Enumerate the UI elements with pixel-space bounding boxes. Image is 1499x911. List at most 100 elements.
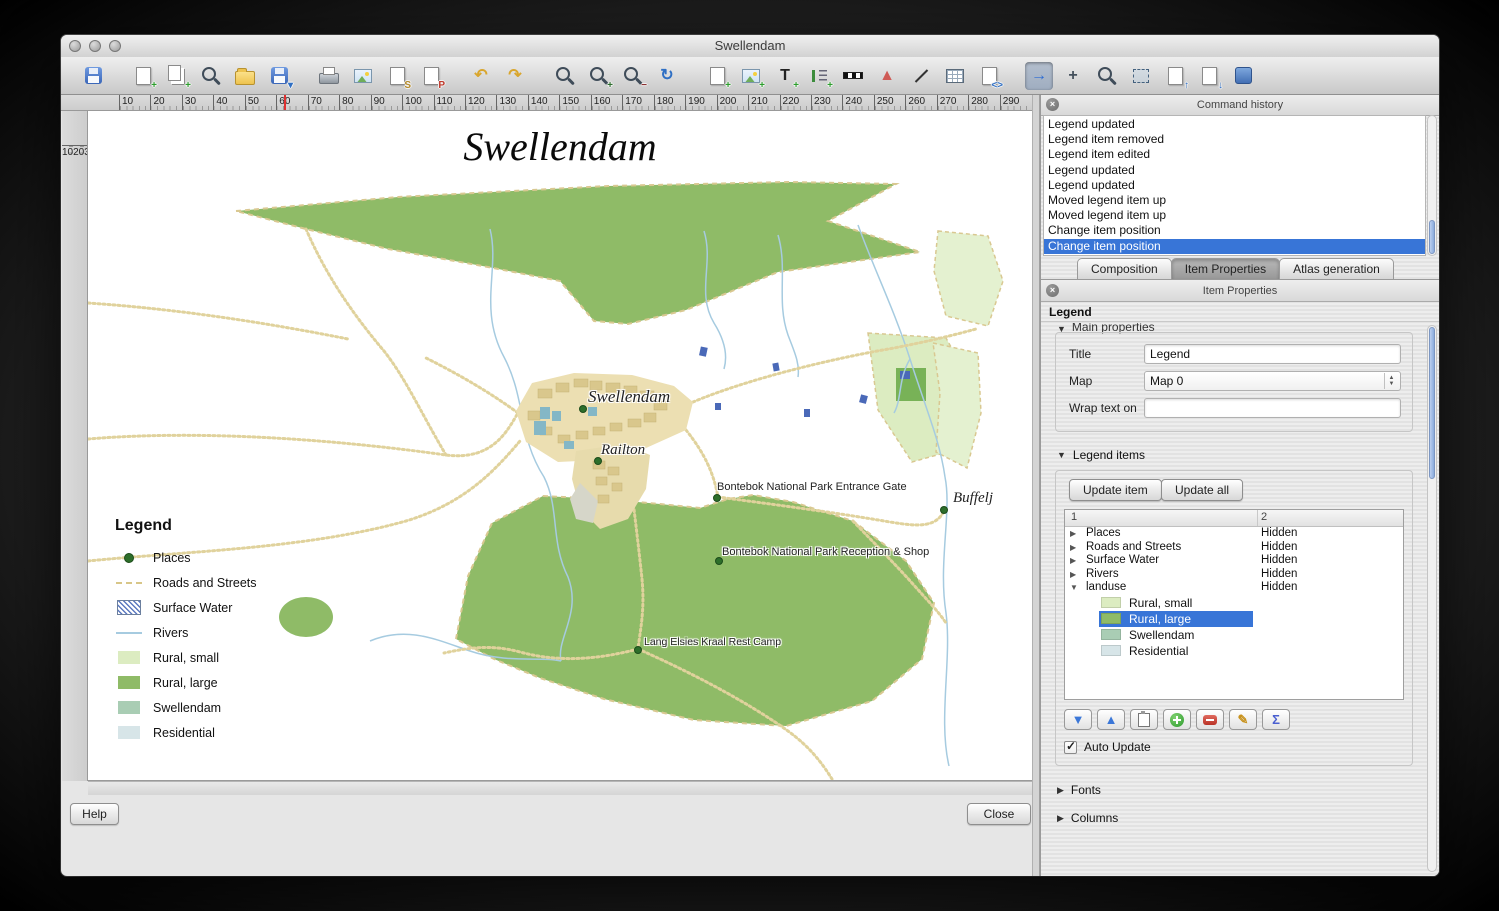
composition-canvas[interactable]: Swellendam Swellendam Railton Bontebok N… — [88, 111, 1032, 781]
zoom-full-icon[interactable] — [551, 62, 579, 90]
ruler-tick-label: 240 — [842, 95, 873, 110]
tab-composition[interactable]: Composition — [1077, 258, 1172, 279]
add-html-icon[interactable]: <> — [975, 62, 1003, 90]
history-item[interactable]: Legend updated — [1044, 178, 1425, 193]
disclosure-triangle-icon[interactable] — [1070, 554, 1080, 568]
export-svg-icon[interactable]: S — [383, 62, 411, 90]
legend-title-input[interactable] — [1144, 344, 1401, 364]
horizontal-scrollbar[interactable] — [88, 781, 1032, 795]
add-legend-icon[interactable]: + — [805, 62, 833, 90]
disclosure-triangle-icon[interactable] — [1070, 568, 1080, 582]
history-item[interactable]: Moved legend item up — [1044, 193, 1425, 208]
ruler-tick-label: 90 — [371, 95, 402, 110]
disclosure-triangle-icon[interactable] — [1070, 581, 1080, 595]
history-item[interactable]: Legend updated — [1044, 117, 1425, 132]
scrollbar-thumb[interactable] — [1429, 327, 1435, 479]
stepper-icon[interactable]: ▲▼ — [1384, 373, 1398, 389]
vertical-scrollbar[interactable] — [1032, 95, 1040, 876]
help-button[interactable]: Help — [70, 803, 119, 825]
add-image-icon[interactable]: + — [737, 62, 765, 90]
legend-tree-child[interactable]: Rural, small — [1099, 595, 1253, 611]
history-item[interactable]: Change item position — [1044, 239, 1425, 254]
refresh-icon[interactable]: ↻ — [653, 62, 681, 90]
move-item-up-button[interactable]: ▲ — [1097, 709, 1125, 730]
print-icon[interactable] — [315, 62, 343, 90]
add-arrow-icon[interactable] — [907, 62, 935, 90]
update-item-button[interactable]: Update item — [1069, 479, 1162, 501]
move-item-down-button[interactable]: ▼ — [1064, 709, 1092, 730]
lower-items-icon[interactable]: ↓ — [1195, 62, 1223, 90]
auto-update-checkbox[interactable] — [1064, 741, 1077, 754]
add-table-icon[interactable] — [941, 62, 969, 90]
redo-icon[interactable]: ↷ — [501, 62, 529, 90]
duplicate-composition-icon[interactable]: + — [163, 62, 191, 90]
tab-atlas-generation[interactable]: Atlas generation — [1279, 258, 1394, 279]
paste-legend-item-button[interactable] — [1130, 709, 1158, 730]
scrollbar-thumb[interactable] — [1429, 220, 1435, 254]
disclosure-triangle-icon[interactable] — [1070, 541, 1080, 555]
rural-large-swatch — [118, 676, 140, 689]
zoom-out-icon[interactable]: − — [619, 62, 647, 90]
legend-tree-child[interactable]: Rural, large — [1099, 611, 1253, 627]
auto-update-row: Auto Update — [1064, 740, 1151, 754]
history-item[interactable]: Change item position — [1044, 223, 1425, 238]
update-all-button[interactable]: Update all — [1161, 479, 1243, 501]
legend-items-tree[interactable]: 1 2 Places Hidden Roads and Streets Hidd… — [1064, 509, 1404, 700]
title-field-label: Title — [1069, 347, 1144, 361]
history-item[interactable]: Legend item edited — [1044, 147, 1425, 162]
remove-legend-item-button[interactable] — [1196, 709, 1224, 730]
map-label-reception: Bontebok National Park Reception & Shop — [722, 546, 929, 558]
add-label-icon[interactable]: T + — [771, 62, 799, 90]
composition-manager-icon[interactable] — [197, 62, 225, 90]
count-features-button[interactable]: Σ — [1262, 709, 1290, 730]
fonts-section-header[interactable]: ▶ Fonts — [1057, 782, 1101, 798]
ruler-tick-label: 20 — [73, 145, 84, 158]
command-history-list[interactable]: Legend updated Legend item removed Legen… — [1043, 115, 1426, 256]
command-history-scrollbar[interactable] — [1427, 115, 1437, 256]
save-project-icon[interactable] — [79, 62, 107, 90]
tab-item-properties[interactable]: Item Properties — [1171, 258, 1280, 279]
move-item-content-icon[interactable]: + — [1059, 62, 1087, 90]
history-item[interactable]: Moved legend item up — [1044, 208, 1425, 223]
close-button[interactable]: Close — [967, 803, 1031, 825]
map-legend[interactable]: Legend Places Roads and Streets Surface … — [115, 517, 295, 745]
map-label-rest-camp: Lang Elsies Kraal Rest Camp — [644, 636, 781, 648]
add-scalebar-icon[interactable] — [839, 62, 867, 90]
legend-tree-row[interactable]: Rivers Hidden — [1065, 568, 1403, 582]
legend-tree-row[interactable]: Roads and Streets Hidden — [1065, 541, 1403, 555]
map-select[interactable]: Map 0 ▲▼ — [1144, 371, 1401, 391]
raise-items-icon[interactable]: ↑ — [1161, 62, 1189, 90]
panel-scrollbar[interactable] — [1427, 325, 1437, 872]
close-panel-icon[interactable]: × — [1046, 284, 1059, 297]
legend-tree-child[interactable]: Swellendam — [1099, 627, 1253, 643]
edit-legend-item-button[interactable]: ✎ — [1229, 709, 1257, 730]
columns-section-header[interactable]: ▶ Columns — [1057, 810, 1118, 826]
align-items-icon[interactable] — [1229, 62, 1257, 90]
legend-tree-row[interactable]: Places Hidden — [1065, 527, 1403, 541]
undo-icon[interactable]: ↶ — [467, 62, 495, 90]
ruler-tick-label: 180 — [654, 95, 685, 110]
export-image-icon[interactable] — [349, 62, 377, 90]
select-region-icon[interactable] — [1127, 62, 1155, 90]
zoom-to-item-icon[interactable] — [1093, 62, 1121, 90]
add-map-icon[interactable]: + — [703, 62, 731, 90]
add-legend-item-button[interactable] — [1163, 709, 1191, 730]
legend-tree-row[interactable]: landuse Hidden — [1065, 581, 1403, 595]
new-composition-icon[interactable]: + — [129, 62, 157, 90]
titlebar: Swellendam — [61, 35, 1439, 58]
add-shape-icon[interactable]: ▲ — [873, 62, 901, 90]
history-item[interactable]: Legend item removed — [1044, 132, 1425, 147]
legend-tree-child[interactable]: Residential — [1099, 643, 1253, 659]
export-pdf-icon[interactable]: P — [417, 62, 445, 90]
disclosure-triangle-icon[interactable] — [1070, 527, 1080, 541]
zoom-in-icon[interactable]: + — [585, 62, 613, 90]
select-move-item-icon[interactable]: → — [1025, 62, 1053, 90]
legend-tree-row[interactable]: Surface Water Hidden — [1065, 554, 1403, 568]
legend-items-section-header[interactable]: ▼ Legend items — [1057, 447, 1145, 463]
load-template-icon[interactable] — [231, 62, 259, 90]
ruler-tick-label: 10 — [62, 145, 73, 158]
close-panel-icon[interactable]: × — [1046, 98, 1059, 111]
wrap-text-input[interactable] — [1144, 398, 1401, 418]
save-template-icon[interactable]: ▾ — [265, 62, 293, 90]
history-item[interactable]: Legend updated — [1044, 163, 1425, 178]
